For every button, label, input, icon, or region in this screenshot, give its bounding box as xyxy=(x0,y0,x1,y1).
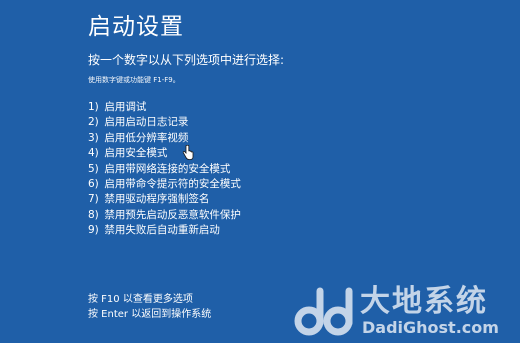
watermark-domain: DadiGhost.com xyxy=(362,318,499,337)
page-title: 启动设置 xyxy=(88,14,184,40)
footer-instructions: 按 F10 以查看更多选项 按 Enter 以返回到操作系统 xyxy=(88,292,211,322)
option-label: 启用带命令提示符的安全模式 xyxy=(104,178,241,191)
option-number: 6) xyxy=(88,178,99,191)
watermark-brand: 大地系统 xyxy=(360,284,488,319)
watermark: 大地系统 DadiGhost.com xyxy=(292,283,518,341)
more-options-hint[interactable]: 按 F10 以查看更多选项 xyxy=(88,292,211,307)
option-label: 禁用失败后自动重新启动 xyxy=(104,224,220,237)
option-enable-low-resolution-video[interactable]: 3) 启用低分辨率视频 xyxy=(88,131,241,146)
option-number: 4) xyxy=(88,147,99,160)
instruction-text: 按一个数字以从下列选项中进行选择: xyxy=(88,53,285,67)
option-label: 启用安全模式 xyxy=(104,147,168,160)
return-to-os-hint[interactable]: 按 Enter 以返回到操作系统 xyxy=(88,307,211,322)
option-label: 启用启动日志记录 xyxy=(104,116,189,129)
options-list: 1) 启用调试 2) 启用启动日志记录 3) 启用低分辨率视频 4) 启用安全模… xyxy=(88,100,241,239)
hint-text: 使用数字键或功能键 F1-F9。 xyxy=(88,76,180,84)
option-disable-driver-signature[interactable]: 7) 禁用驱动程序强制签名 xyxy=(88,192,241,207)
option-number: 8) xyxy=(88,208,99,221)
hand-pointer-icon xyxy=(182,145,194,160)
option-safe-mode-networking[interactable]: 5) 启用带网络连接的安全模式 xyxy=(88,162,241,177)
option-label: 禁用驱动程序强制签名 xyxy=(104,193,210,206)
option-enable-safe-mode[interactable]: 4) 启用安全模式 xyxy=(88,146,241,161)
option-label: 启用调试 xyxy=(104,101,147,113)
option-enable-debugging[interactable]: 1) 启用调试 xyxy=(88,100,241,115)
option-safe-mode-command-prompt[interactable]: 6) 启用带命令提示符的安全模式 xyxy=(88,177,241,192)
option-number: 7) xyxy=(88,193,99,206)
option-number: 5) xyxy=(88,162,99,175)
option-label: 启用低分辨率视频 xyxy=(104,131,189,144)
option-number: 2) xyxy=(88,116,99,129)
option-disable-auto-restart[interactable]: 9) 禁用失败后自动重新启动 xyxy=(88,223,241,238)
option-disable-early-antimalware[interactable]: 8) 禁用预先启动反恶意软件保护 xyxy=(88,208,241,223)
option-number: 3) xyxy=(88,131,99,144)
option-number: 9) xyxy=(88,224,99,237)
option-label: 禁用预先启动反恶意软件保护 xyxy=(104,208,241,221)
option-number: 1) xyxy=(88,101,99,113)
dd-logo-icon xyxy=(294,287,353,336)
option-enable-boot-logging[interactable]: 2) 启用启动日志记录 xyxy=(88,115,241,130)
option-label: 启用带网络连接的安全模式 xyxy=(104,162,231,175)
